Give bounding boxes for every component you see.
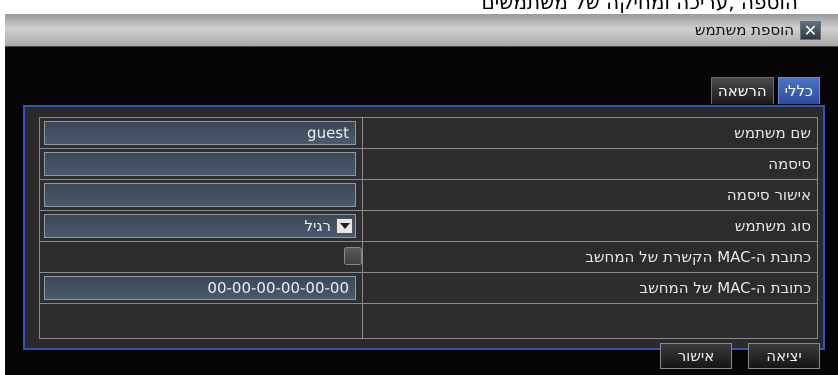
- password-field[interactable]: [44, 152, 356, 176]
- bind-mac-label-cell: כתובת ה-MAC הקשרת של המחשב: [362, 242, 817, 272]
- user-type-row: סוג משתמש רגיל: [40, 211, 817, 242]
- password-label-cell: סיסמה: [362, 149, 817, 179]
- empty-label-cell: [362, 304, 817, 338]
- username-value-cell: guest: [40, 118, 362, 148]
- close-icon[interactable]: ✕: [800, 21, 821, 40]
- user-settings-table: שם משתמש guest סיסמה אישור סיסמה סוג משת…: [39, 117, 818, 339]
- username-field[interactable]: guest: [44, 121, 356, 145]
- mac-address-field[interactable]: 00-00-00-00-00-00: [44, 276, 356, 300]
- bind-mac-label: כתובת ה-MAC הקשרת של המחשב: [585, 248, 811, 266]
- tab-permissions[interactable]: הרשאה: [710, 77, 774, 104]
- page-heading-text: הוספה ,עריכה ומחיקה של משתמשים: [481, 0, 798, 14]
- bind-mac-row: כתובת ה-MAC הקשרת של המחשב: [40, 242, 817, 273]
- dialog-titlebar: ✕ הוספת משתמש: [5, 14, 838, 47]
- confirm-password-value-cell: [40, 180, 362, 210]
- ok-button[interactable]: אישור: [660, 343, 732, 369]
- confirm-password-field[interactable]: [44, 183, 356, 207]
- username-value: guest: [307, 124, 349, 142]
- bind-mac-value-cell: [40, 242, 362, 272]
- exit-button[interactable]: יציאה: [748, 343, 820, 369]
- password-value-cell: [40, 149, 362, 179]
- mac-address-label: כתובת ה-MAC של המחשב: [639, 279, 811, 297]
- username-row: שם משתמש guest: [40, 118, 817, 149]
- username-label: שם משתמש: [734, 124, 811, 142]
- confirm-password-label: אישור סיסמה: [726, 186, 811, 204]
- mac-address-value-cell: 00-00-00-00-00-00: [40, 273, 362, 303]
- chevron-down-icon[interactable]: [336, 218, 353, 234]
- user-type-label-cell: סוג משתמש: [362, 211, 817, 241]
- username-label-cell: שם משתמש: [362, 118, 817, 148]
- user-type-value-cell: רגיל: [40, 211, 362, 241]
- password-label: סיסמה: [768, 155, 811, 173]
- password-row: סיסמה: [40, 149, 817, 180]
- empty-value-cell: [40, 304, 362, 338]
- confirm-password-row: אישור סיסמה: [40, 180, 817, 211]
- tab-general[interactable]: כללי: [777, 77, 820, 104]
- mac-address-row: כתובת ה-MAC של המחשב 00-00-00-00-00-00: [40, 273, 817, 304]
- confirm-password-label-cell: אישור סיסמה: [362, 180, 817, 210]
- mac-address-value: 00-00-00-00-00-00: [207, 279, 349, 297]
- add-user-dialog: ✕ הוספת משתמש כללי הרשאה שם משתמש guest …: [5, 14, 838, 375]
- mac-address-label-cell: כתובת ה-MAC של המחשב: [362, 273, 817, 303]
- tab-bar: כללי הרשאה: [710, 77, 820, 104]
- general-tab-panel: שם משתמש guest סיסמה אישור סיסמה סוג משת…: [23, 105, 825, 350]
- dialog-title: הוספת משתמש: [694, 21, 794, 39]
- bind-mac-checkbox[interactable]: [344, 247, 362, 265]
- user-type-select[interactable]: רגיל: [44, 214, 356, 238]
- empty-row: [40, 304, 817, 338]
- user-type-label: סוג משתמש: [734, 217, 811, 235]
- user-type-value: רגיל: [304, 217, 331, 235]
